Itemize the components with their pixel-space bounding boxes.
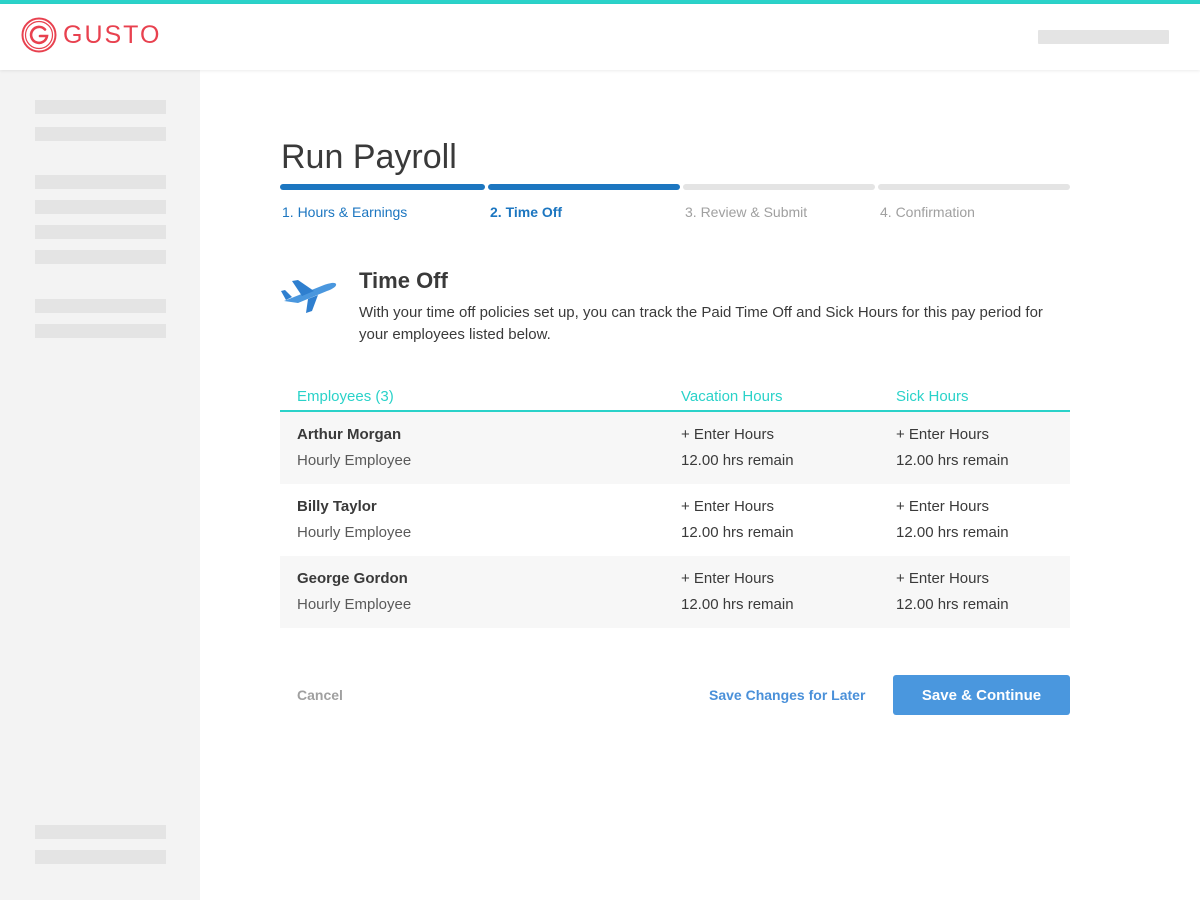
section-title: Time Off <box>359 268 448 293</box>
sidebar-item-placeholder[interactable] <box>35 299 166 313</box>
employee-name: Arthur Morgan <box>297 426 402 443</box>
page-title: Run Payroll <box>281 138 457 176</box>
sick-hours-remaining: 12.00 hrs remain <box>896 452 1009 469</box>
cancel-button[interactable]: Cancel <box>297 687 343 703</box>
employee-type: Hourly Employee <box>297 524 412 541</box>
step-progress-bar <box>280 184 485 190</box>
table-row: Billy Taylor Hourly Employee + Enter Hou… <box>280 484 1070 556</box>
column-header-employees: Employees (3) <box>297 388 394 405</box>
sidebar-item-placeholder[interactable] <box>35 100 166 114</box>
step-label: 3. Review & Submit <box>685 204 808 220</box>
enter-vacation-hours-button[interactable]: + Enter Hours <box>681 426 774 443</box>
form-footer: Cancel Save Changes for Later Save & Con… <box>280 675 1070 715</box>
step-label: 2. Time Off <box>490 204 563 220</box>
sidebar-item-placeholder[interactable] <box>35 324 166 338</box>
sidebar-item-placeholder[interactable] <box>35 825 166 839</box>
gusto-logo[interactable]: GUSTO <box>21 17 161 53</box>
sidebar-item-placeholder[interactable] <box>35 850 166 864</box>
step-hours-earnings[interactable]: 1. Hours & Earnings <box>280 184 485 224</box>
save-changes-later-button[interactable]: Save Changes for Later <box>709 687 865 703</box>
step-progress-bar <box>488 184 680 190</box>
logo-wordmark: GUSTO <box>63 20 162 49</box>
vacation-hours-remaining: 12.00 hrs remain <box>681 596 794 613</box>
step-label: 4. Confirmation <box>880 204 975 220</box>
gusto-logo-icon <box>21 17 57 53</box>
step-label: 1. Hours & Earnings <box>282 204 408 220</box>
enter-sick-hours-button[interactable]: + Enter Hours <box>896 498 989 515</box>
sidebar-item-placeholder[interactable] <box>35 225 166 239</box>
employee-name: George Gordon <box>297 570 408 587</box>
step-progress-bar <box>878 184 1070 190</box>
step-progress-bar <box>683 184 875 190</box>
step-confirmation[interactable]: 4. Confirmation <box>878 184 1070 224</box>
save-continue-button[interactable]: Save & Continue <box>893 675 1070 715</box>
sidebar <box>0 70 200 900</box>
sidebar-item-placeholder[interactable] <box>35 127 166 141</box>
step-time-off[interactable]: 2. Time Off <box>488 184 680 224</box>
column-header-vacation: Vacation Hours <box>681 388 783 405</box>
time-off-table: Employees (3) Vacation Hours Sick Hours … <box>280 380 1070 628</box>
enter-sick-hours-button[interactable]: + Enter Hours <box>896 570 989 587</box>
user-menu-placeholder[interactable] <box>1038 30 1169 44</box>
table-row: George Gordon Hourly Employee + Enter Ho… <box>280 556 1070 628</box>
enter-vacation-hours-button[interactable]: + Enter Hours <box>681 498 774 515</box>
app-header: GUSTO <box>0 4 1200 70</box>
enter-sick-hours-button[interactable]: + Enter Hours <box>896 426 989 443</box>
sick-hours-remaining: 12.00 hrs remain <box>896 524 1009 541</box>
employee-name: Billy Taylor <box>297 498 377 515</box>
table-row: Arthur Morgan Hourly Employee + Enter Ho… <box>280 412 1070 484</box>
employee-type: Hourly Employee <box>297 596 412 613</box>
table-header: Employees (3) Vacation Hours Sick Hours <box>280 380 1070 412</box>
section-description: With your time off policies set up, you … <box>359 304 1043 343</box>
enter-vacation-hours-button[interactable]: + Enter Hours <box>681 570 774 587</box>
employee-type: Hourly Employee <box>297 452 412 469</box>
sidebar-item-placeholder[interactable] <box>35 200 166 214</box>
sick-hours-remaining: 12.00 hrs remain <box>896 596 1009 613</box>
column-header-sick: Sick Hours <box>896 388 969 405</box>
vacation-hours-remaining: 12.00 hrs remain <box>681 452 794 469</box>
step-review-submit[interactable]: 3. Review & Submit <box>683 184 875 224</box>
airplane-icon <box>281 280 337 313</box>
vacation-hours-remaining: 12.00 hrs remain <box>681 524 794 541</box>
sidebar-item-placeholder[interactable] <box>35 175 166 189</box>
sidebar-item-placeholder[interactable] <box>35 250 166 264</box>
